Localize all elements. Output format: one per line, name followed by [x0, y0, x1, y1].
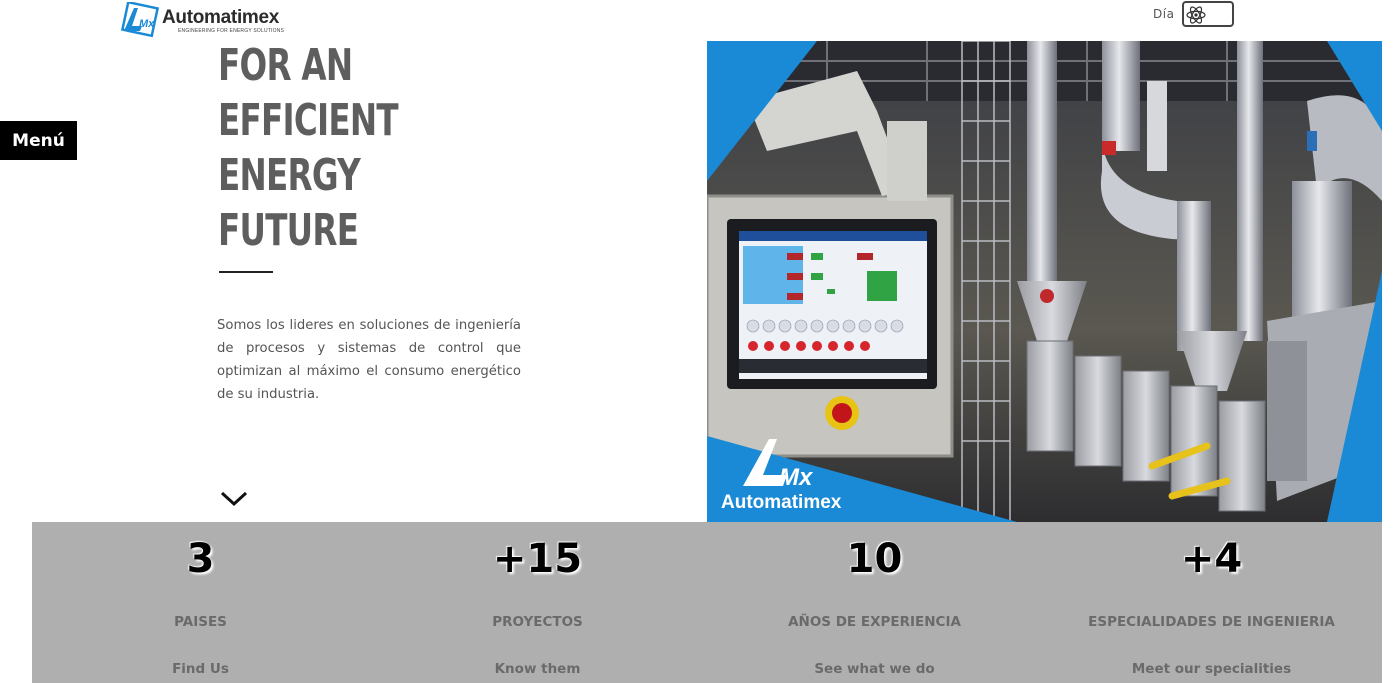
meet-specialities-link[interactable]: Meet our specialities [1043, 661, 1380, 677]
stat-countries: 3 PAISES Find Us [32, 522, 369, 683]
hero-title-line: EFFICIENT [218, 95, 399, 146]
hero-title-line: FOR AN [218, 40, 353, 91]
theme-mode-label: Día [1153, 7, 1175, 21]
hero-title-line: ENERGY [218, 150, 361, 201]
stat-value: +4 [1180, 536, 1243, 582]
chevron-down-icon[interactable] [219, 488, 249, 510]
hero-image: Mx Automatimex [707, 41, 1382, 522]
theme-switch[interactable] [1182, 1, 1235, 27]
know-them-link[interactable]: Know them [369, 661, 706, 677]
hero-title-line: FUTURE [218, 205, 359, 256]
stat-projects: +15 PROYECTOS Know them [369, 522, 706, 683]
hero-image-illustration: Mx Automatimex [707, 41, 1382, 522]
logo-name: Automatimex [162, 7, 280, 28]
see-what-we-do-link[interactable]: See what we do [706, 661, 1043, 677]
stat-label: AÑOS DE EXPERIENCIA [788, 614, 961, 630]
stat-experience: 10 AÑOS DE EXPERIENCIA See what we do [706, 522, 1043, 683]
hero-title: FOR AN EFFICIENT ENERGY FUTURE [218, 38, 518, 258]
svg-text:Mx: Mx [139, 18, 155, 30]
hero-description: Somos los lideres en soluciones de ingen… [217, 318, 521, 402]
stat-specialities: +4 ESPECIALIDADES DE INGENIERIA Meet our… [1043, 522, 1380, 683]
site-logo[interactable]: Mx Automatimex ENGINEERING FOR ENERGY SO… [120, 2, 290, 38]
image-overlay-logo-mark: Mx [779, 464, 814, 491]
stat-value: 10 [846, 536, 903, 582]
stat-label: ESPECIALIDADES DE INGENIERIA [1088, 614, 1335, 630]
stats-band: 3 PAISES Find Us +15 PROYECTOS Know them… [32, 522, 1382, 683]
hero-divider [219, 271, 273, 273]
automatimex-logo-mark-icon: Mx [120, 2, 160, 38]
image-overlay-logo-name: Automatimex [721, 492, 842, 513]
atom-icon [1186, 6, 1207, 24]
logo-tagline: ENGINEERING FOR ENERGY SOLUTIONS [178, 28, 285, 34]
stat-value: 3 [186, 536, 215, 582]
menu-button[interactable]: Menú [0, 121, 77, 160]
stat-value: +15 [492, 536, 583, 582]
find-us-link[interactable]: Find Us [32, 661, 369, 677]
stat-label: PAISES [174, 614, 227, 630]
stat-label: PROYECTOS [492, 614, 583, 630]
theme-toggle[interactable]: Día [1153, 1, 1235, 27]
